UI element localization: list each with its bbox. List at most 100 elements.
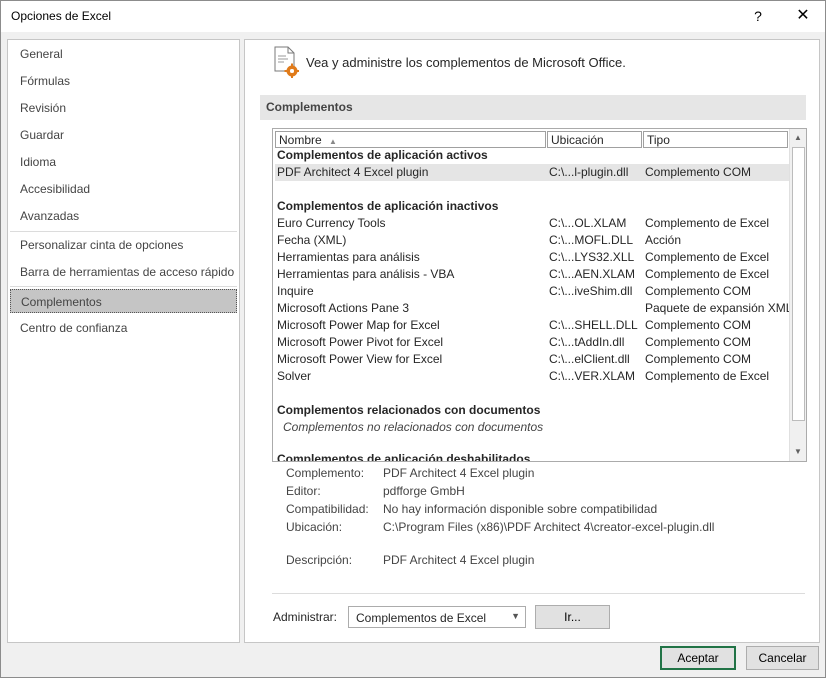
sidebar-item-guardar[interactable]: Guardar bbox=[10, 123, 237, 147]
addin-name: Herramientas para análisis bbox=[277, 250, 420, 264]
list-item[interactable]: Inquire C:\...iveShim.dll Complemento CO… bbox=[275, 283, 789, 300]
addins-gear-icon bbox=[274, 46, 299, 78]
list-item[interactable]: Herramientas para análisis C:\...LYS32.X… bbox=[275, 249, 789, 266]
divider bbox=[272, 593, 805, 594]
addin-location: C:\...LYS32.XLL bbox=[549, 250, 635, 264]
list-item[interactable]: Herramientas para análisis - VBA C:\...A… bbox=[275, 266, 789, 283]
column-header-nombre[interactable]: Nombre ▲ bbox=[275, 131, 546, 148]
list-item[interactable]: Microsoft Power Pivot for Excel C:\...tA… bbox=[275, 334, 789, 351]
chevron-down-icon: ▼ bbox=[511, 611, 520, 621]
list-item[interactable]: Fecha (XML) C:\...MOFL.DLL Acción bbox=[275, 232, 789, 249]
manage-dropdown[interactable]: Complementos de Excel ▼ bbox=[348, 606, 526, 628]
addin-name: Inquire bbox=[277, 284, 314, 298]
addin-location: C:\...AEN.XLAM bbox=[549, 267, 636, 281]
list-item[interactable]: Microsoft Power View for Excel C:\...elC… bbox=[275, 351, 789, 368]
addin-type: Complemento COM bbox=[645, 335, 752, 349]
addin-name: Microsoft Power View for Excel bbox=[277, 352, 443, 366]
detail-label-complemento: Complemento: bbox=[286, 466, 365, 480]
addins-list[interactable]: Nombre ▲ Ubicación Tipo Complementos de … bbox=[272, 128, 807, 462]
scrollbar-thumb[interactable] bbox=[792, 147, 805, 421]
sidebar-divider bbox=[10, 231, 237, 232]
list-scrollbar[interactable]: ▲ ▼ bbox=[789, 129, 806, 461]
detail-value-ubicacion: C:\Program Files (x86)\PDF Architect 4\c… bbox=[383, 520, 715, 534]
group-header-disabled: Complementos de aplicación deshabilitado… bbox=[277, 452, 531, 462]
addin-name: Herramientas para análisis - VBA bbox=[277, 267, 455, 281]
sidebar-item-idioma[interactable]: Idioma bbox=[10, 150, 237, 174]
scroll-up-icon[interactable]: ▲ bbox=[790, 130, 806, 146]
excel-options-dialog: Opciones de Excel ? ✕ General Fórmulas R… bbox=[0, 0, 826, 678]
list-item[interactable]: Euro Currency Tools C:\...OL.XLAM Comple… bbox=[275, 215, 789, 232]
group-header-documents: Complementos relacionados con documentos bbox=[277, 403, 541, 417]
detail-label-descripcion: Descripción: bbox=[286, 553, 353, 567]
detail-label-ubicacion: Ubicación: bbox=[286, 520, 343, 534]
addin-type: Complemento COM bbox=[645, 165, 752, 179]
documents-empty-note: Complementos no relacionados con documen… bbox=[283, 420, 544, 434]
detail-value-complemento: PDF Architect 4 Excel plugin bbox=[383, 466, 535, 480]
addin-type: Complemento de Excel bbox=[645, 216, 770, 230]
section-title: Complementos bbox=[266, 100, 353, 114]
addin-location: C:\...OL.XLAM bbox=[549, 216, 627, 230]
addin-name: Microsoft Power Pivot for Excel bbox=[277, 335, 444, 349]
detail-label-editor: Editor: bbox=[286, 484, 321, 498]
addin-type: Complemento de Excel bbox=[645, 250, 770, 264]
detail-value-compatibilidad: No hay información disponible sobre comp… bbox=[383, 502, 658, 516]
detail-label-compatibilidad: Compatibilidad: bbox=[286, 502, 369, 516]
addin-location: C:\...iveShim.dll bbox=[549, 284, 633, 298]
options-sidebar: General Fórmulas Revisión Guardar Idioma… bbox=[7, 39, 240, 643]
sidebar-item-avanzadas[interactable]: Avanzadas bbox=[10, 204, 237, 228]
window-title: Opciones de Excel bbox=[11, 9, 112, 23]
ok-button[interactable]: Aceptar bbox=[660, 646, 736, 670]
addin-location: C:\...elClient.dll bbox=[549, 352, 630, 366]
header-description: Vea y administre los complementos de Mic… bbox=[306, 55, 626, 70]
sidebar-divider bbox=[10, 286, 237, 287]
addin-location: C:\...l-plugin.dll bbox=[549, 165, 629, 179]
go-button[interactable]: Ir... bbox=[535, 605, 610, 629]
list-item[interactable]: Microsoft Actions Pane 3 Paquete de expa… bbox=[275, 300, 793, 317]
sidebar-item-general[interactable]: General bbox=[10, 42, 237, 66]
list-item[interactable]: PDF Architect 4 Excel plugin C:\...l-plu… bbox=[275, 164, 789, 181]
addin-type: Acción bbox=[645, 233, 682, 247]
addins-panel: Vea y administre los complementos de Mic… bbox=[244, 39, 820, 643]
manage-label: Administrar: bbox=[273, 610, 338, 624]
list-item[interactable]: Microsoft Power Map for Excel C:\...SHEL… bbox=[275, 317, 789, 334]
addin-type: Complemento de Excel bbox=[645, 369, 770, 383]
close-icon[interactable]: ✕ bbox=[791, 5, 815, 27]
sidebar-item-centro-confianza[interactable]: Centro de confianza bbox=[10, 316, 237, 340]
group-header-inactive: Complementos de aplicación inactivos bbox=[277, 199, 499, 213]
help-icon[interactable]: ? bbox=[747, 5, 769, 27]
addin-type: Complemento COM bbox=[645, 352, 752, 366]
manage-dropdown-value: Complementos de Excel bbox=[356, 611, 487, 625]
sort-ascending-icon: ▲ bbox=[329, 137, 337, 146]
column-header-tipo[interactable]: Tipo bbox=[643, 131, 788, 148]
addin-type: Complemento COM bbox=[645, 318, 752, 332]
addin-name: Solver bbox=[277, 369, 312, 383]
addin-name: Microsoft Power Map for Excel bbox=[277, 318, 440, 332]
column-label: Nombre bbox=[279, 133, 322, 147]
addin-type: Paquete de expansión XML bbox=[645, 301, 793, 315]
cancel-button[interactable]: Cancelar bbox=[746, 646, 819, 670]
group-header-active: Complementos de aplicación activos bbox=[277, 148, 488, 162]
scroll-down-icon[interactable]: ▼ bbox=[790, 444, 806, 460]
addin-type: Complemento de Excel bbox=[645, 267, 770, 281]
sidebar-item-personalizar-cinta[interactable]: Personalizar cinta de opciones bbox=[10, 233, 237, 257]
column-header-ubicacion[interactable]: Ubicación bbox=[547, 131, 642, 148]
addin-location: C:\...MOFL.DLL bbox=[549, 233, 634, 247]
detail-value-editor: pdfforge GmbH bbox=[383, 484, 465, 498]
sidebar-item-complementos[interactable]: Complementos bbox=[10, 289, 237, 313]
title-bar: Opciones de Excel ? ✕ bbox=[1, 1, 825, 32]
sidebar-item-accesibilidad[interactable]: Accesibilidad bbox=[10, 177, 237, 201]
sidebar-item-formulas[interactable]: Fórmulas bbox=[10, 69, 237, 93]
addin-name: Euro Currency Tools bbox=[277, 216, 386, 230]
addin-location: C:\...SHELL.DLL bbox=[549, 318, 638, 332]
addin-location: C:\...VER.XLAM bbox=[549, 369, 636, 383]
addin-name: PDF Architect 4 Excel plugin bbox=[277, 165, 429, 179]
list-item[interactable]: Solver C:\...VER.XLAM Complemento de Exc… bbox=[275, 368, 789, 385]
sidebar-item-barra-acceso-rapido[interactable]: Barra de herramientas de acceso rápido bbox=[10, 260, 237, 284]
addin-type: Complemento COM bbox=[645, 284, 752, 298]
section-header: Complementos bbox=[260, 95, 806, 120]
detail-value-descripcion: PDF Architect 4 Excel plugin bbox=[383, 553, 535, 567]
addin-name: Fecha (XML) bbox=[277, 233, 347, 247]
addin-name: Microsoft Actions Pane 3 bbox=[277, 301, 410, 315]
sidebar-item-revision[interactable]: Revisión bbox=[10, 96, 237, 120]
addin-location: C:\...tAddIn.dll bbox=[549, 335, 625, 349]
